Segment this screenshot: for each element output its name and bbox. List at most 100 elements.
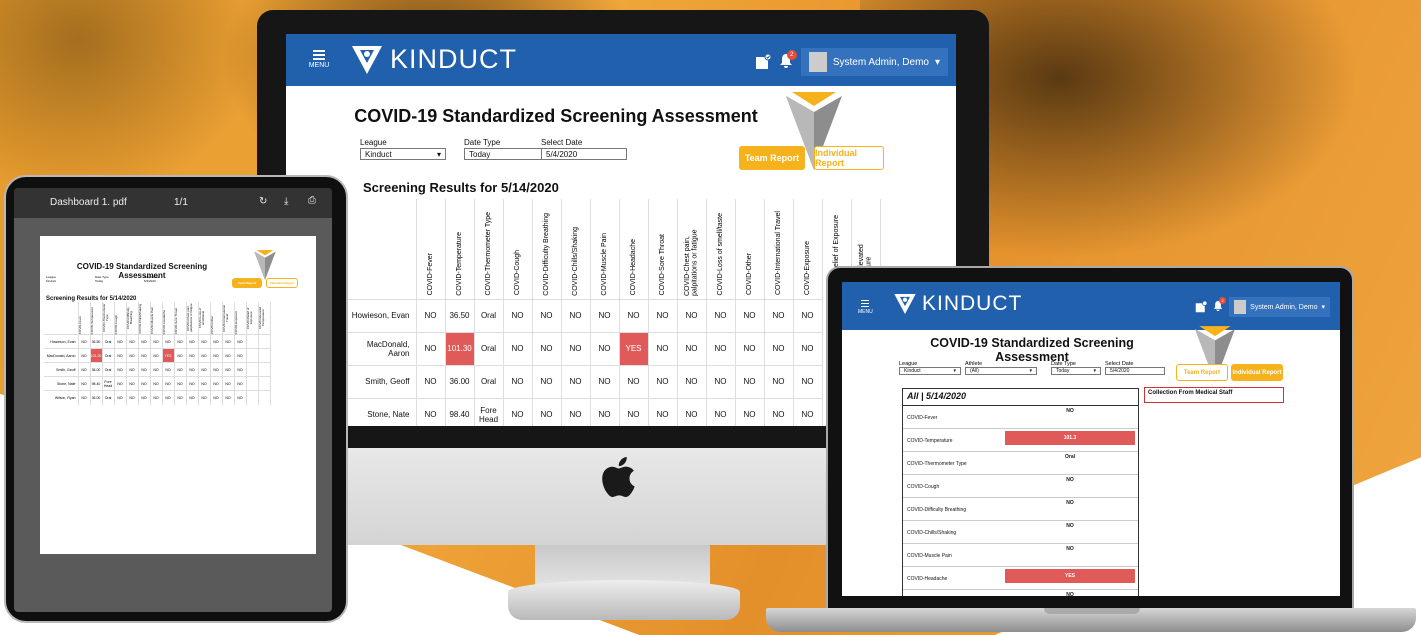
column-header: COVID-Chills/Shaking — [561, 199, 591, 299]
athlete-name[interactable]: Smith, Geoff — [346, 364, 417, 398]
table-cell: NO — [222, 348, 235, 363]
table-cell — [246, 376, 259, 391]
table-cell: NO — [174, 376, 187, 391]
table-cell: NO — [210, 390, 223, 405]
result-value: NO — [1066, 408, 1074, 414]
table-row: Smith, Geoff NO 36.00 Oral NO NO NO NO NO NO NO NO N… — [44, 362, 271, 377]
table-cell: 101.30 — [90, 348, 103, 363]
column-header-label: COVID-Chills/Shaking — [137, 304, 142, 334]
league-label: League — [360, 138, 387, 147]
athlete-name[interactable]: Stone, Nate — [346, 397, 417, 426]
table-cell: NO — [78, 334, 91, 349]
column-header: COVID-Thermometer Type — [101, 302, 115, 335]
menu-button[interactable]: MENU — [304, 48, 334, 69]
table-cell: Oral — [474, 364, 504, 398]
column-header: COVID-Exposure — [234, 302, 247, 335]
table-row: MacDonald, Aaron NO 101.30 Oral NO NO NO NO YES N… — [346, 331, 880, 365]
table-cell: NO — [735, 364, 765, 398]
athlete-value: (All) — [970, 368, 979, 374]
column-header: COVID-Cough — [503, 199, 533, 299]
result-value: YES — [1005, 569, 1135, 583]
table-cell: Fore Head — [102, 376, 115, 391]
table-cell: NO — [222, 376, 235, 391]
column-header: COVID-Temperature — [90, 302, 103, 335]
hamburger-icon — [304, 50, 334, 60]
table-cell: NO — [234, 376, 247, 391]
table-cell: NO — [234, 334, 247, 349]
menu-label: MENU — [308, 62, 330, 69]
date-type-select[interactable]: Today ▾ — [1051, 367, 1101, 375]
panel-title: All | 5/14/2020 — [903, 389, 1138, 406]
individual-results-panel: All | 5/14/2020 COVID-Fever NO COVID-Tempe… — [902, 388, 1139, 596]
menu-button[interactable]: MENU — [858, 298, 873, 315]
user-menu[interactable]: System Admin, Demo ▾ — [800, 48, 948, 76]
page-title: COVID-19 Standardized Screening Assessme… — [930, 336, 1134, 364]
notifications[interactable]: 2 — [779, 49, 797, 72]
table-cell: NO — [793, 397, 823, 426]
column-header-label: COVID-Headache — [161, 309, 166, 334]
column-header-label: COVID-Muscle Pain — [600, 232, 608, 296]
table-cell: NO — [114, 376, 127, 391]
select-date-input[interactable]: 5/4/2020 — [1105, 367, 1165, 375]
page-title: COVID-19 Standardized Screening Assessme… — [354, 106, 758, 126]
table-cell: NO — [222, 362, 235, 377]
table-cell: NO — [735, 397, 765, 426]
table-cell: NO — [174, 334, 187, 349]
league-select[interactable]: Kinduct ▾ — [899, 367, 961, 375]
table-cell: NO — [174, 390, 187, 405]
table-cell: NO — [561, 364, 591, 398]
chevron-down-icon: ▾ — [1321, 304, 1325, 311]
top-navbar: MENU KINDUCT 2 System Admin, Demo ▾ — [842, 282, 1340, 330]
user-menu[interactable]: System Admin, Demo ▾ — [1229, 297, 1330, 317]
column-header-label: COVID-Thermometer Type — [101, 303, 109, 333]
download-icon[interactable]: ⤓ — [284, 196, 288, 207]
table-row: Wilson, Ryan NO 36.00 Oral NO NO NO NO NO NO NO NO N… — [44, 390, 271, 405]
column-header-label: COVID-Sore Throat — [173, 307, 178, 334]
athlete-select[interactable]: (All) ▾ — [965, 367, 1037, 375]
pdf-title: COVID-19 Standardized Screening Assessme… — [76, 262, 208, 280]
table-cell: NO — [126, 390, 139, 405]
table-cell: NO — [561, 331, 591, 365]
table-cell: NO — [174, 362, 187, 377]
pdf-page: COVID-19 Standardized Screening Assessme… — [40, 236, 316, 554]
table-cell: NO — [138, 390, 151, 405]
table-cell: NO — [78, 376, 91, 391]
notifications[interactable]: 2 — [1213, 297, 1227, 314]
checklist-icon[interactable] — [1195, 301, 1208, 313]
checklist-icon[interactable] — [755, 54, 771, 70]
table-cell: NO — [677, 364, 707, 398]
individual-report-button[interactable]: Individual Report — [814, 146, 884, 170]
kinduct-logo[interactable]: KINDUCT — [894, 292, 1022, 316]
column-header: COVID-Fever — [416, 199, 446, 299]
pdf-individual-report-button[interactable]: Individual Report — [266, 278, 298, 288]
table-cell: NO — [590, 397, 620, 426]
column-header-label: COVID-Elevated Temperature — [257, 306, 265, 330]
kinduct-logo[interactable]: KINDUCT — [352, 44, 517, 75]
kinduct-mark-icon — [894, 294, 916, 314]
athlete-name[interactable]: Howieson, Evan — [346, 298, 417, 332]
athlete-name: Wilson, Ryan — [44, 390, 79, 405]
result-value: NO — [1066, 523, 1074, 529]
date-type-value: Today — [469, 149, 491, 159]
team-report-button[interactable]: Team Report — [1176, 364, 1228, 381]
table-cell: NO — [561, 298, 591, 332]
table-cell: NO — [590, 331, 620, 365]
result-row: COVID-Cough NO — [903, 475, 1138, 498]
table-cell: Fore Head — [474, 397, 504, 426]
select-date-input[interactable]: 5/4/2020 — [541, 148, 627, 160]
column-header: COVID-Belief of Exposure — [246, 302, 259, 335]
athlete-name[interactable]: MacDonald, Aaron — [346, 331, 417, 365]
table-cell: NO — [234, 362, 247, 377]
table-cell: NO — [706, 397, 736, 426]
table-cell: NO — [78, 348, 91, 363]
menu-label: MENU — [858, 308, 873, 315]
rotate-icon[interactable]: ↻ — [259, 196, 267, 207]
league-select[interactable]: Kinduct ▾ — [360, 148, 446, 160]
dropdown-arrow-icon: ▾ — [953, 368, 956, 374]
table-cell: 36.00 — [445, 364, 475, 398]
print-icon[interactable]: ⎙ — [308, 195, 316, 206]
team-report-button[interactable]: Team Report — [739, 146, 805, 170]
table-cell: NO — [174, 348, 187, 363]
individual-report-button[interactable]: Individual Report — [1231, 364, 1283, 381]
pdf-team-report-button[interactable]: Team Report — [232, 278, 262, 288]
